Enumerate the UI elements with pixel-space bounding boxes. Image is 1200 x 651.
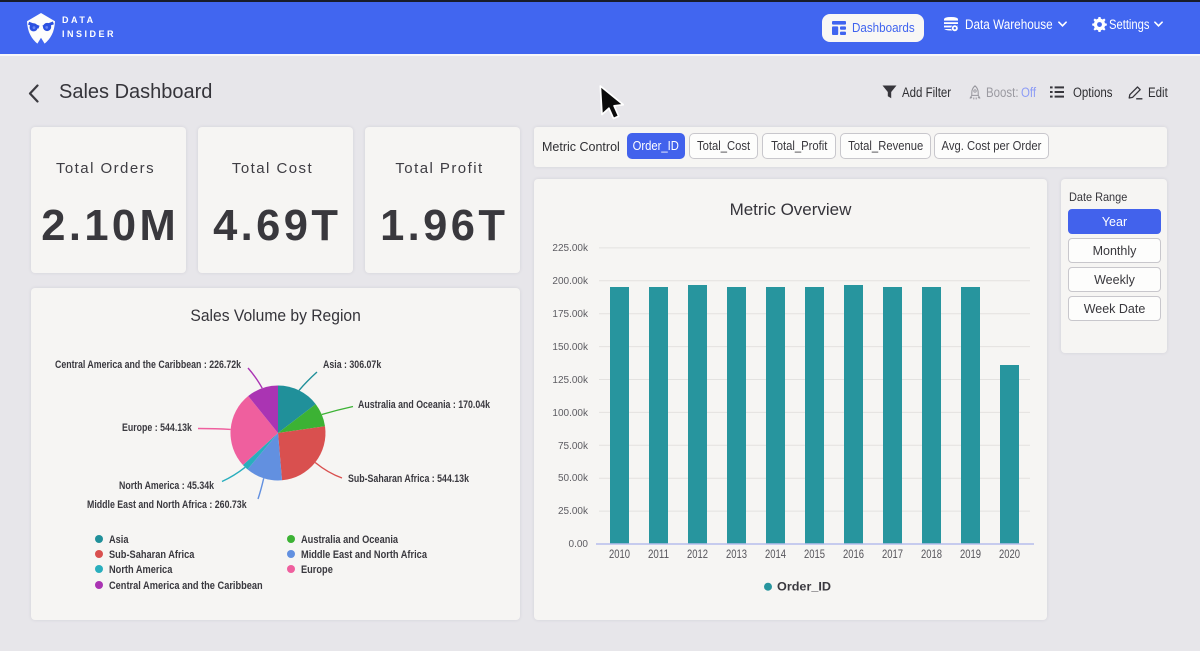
svg-text:0.00: 0.00 (569, 539, 589, 550)
svg-text:2010: 2010 (609, 549, 630, 561)
svg-text:2019: 2019 (960, 549, 981, 561)
svg-text:2013: 2013 (726, 549, 747, 561)
svg-text:2016: 2016 (843, 549, 864, 561)
svg-text:150.00k: 150.00k (552, 342, 589, 353)
svg-text:75.00k: 75.00k (558, 441, 589, 452)
svg-text:2015: 2015 (804, 549, 825, 561)
svg-text:2014: 2014 (765, 549, 786, 561)
svg-text:2018: 2018 (921, 549, 942, 561)
svg-text:175.00k: 175.00k (552, 309, 589, 320)
svg-text:25.00k: 25.00k (558, 506, 589, 517)
svg-text:2017: 2017 (882, 549, 903, 561)
svg-text:200.00k: 200.00k (552, 276, 589, 287)
svg-text:125.00k: 125.00k (552, 375, 589, 386)
svg-text:50.00k: 50.00k (558, 473, 589, 484)
svg-text:100.00k: 100.00k (552, 408, 589, 419)
svg-text:Order_ID: Order_ID (777, 582, 831, 594)
svg-text:2011: 2011 (648, 549, 669, 561)
svg-text:225.00k: 225.00k (552, 243, 589, 254)
svg-text:2020: 2020 (999, 549, 1020, 561)
svg-text:2012: 2012 (687, 549, 708, 561)
